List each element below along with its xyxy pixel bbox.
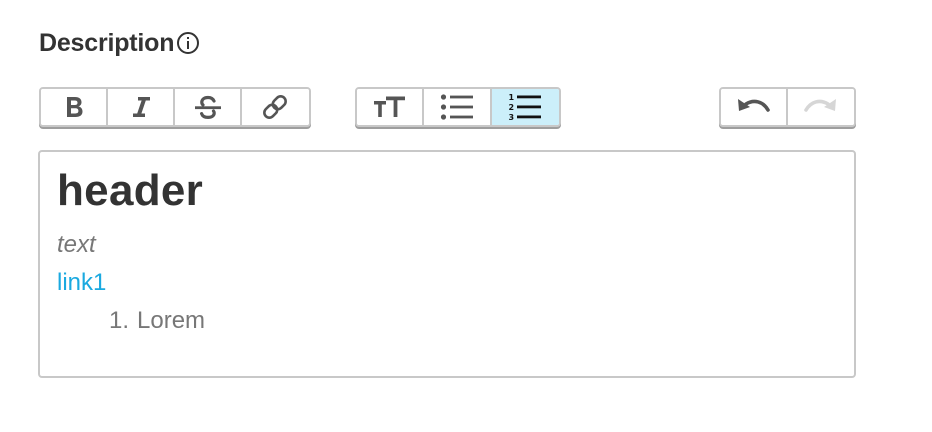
redo-button[interactable] [787,89,854,125]
editor-italic-text: text [57,231,96,258]
svg-text:1: 1 [509,93,515,102]
description-label: Description [39,28,175,57]
italic-button[interactable] [108,89,175,125]
undo-icon [736,96,771,118]
editor-link[interactable]: link1 [57,269,106,297]
italic-icon [129,94,153,120]
history-toolbar-group [719,87,856,127]
numbered-list-icon: 1 2 3 [508,92,542,122]
strikethrough-button[interactable] [175,89,242,125]
bold-button[interactable] [41,89,108,125]
bulleted-list-button[interactable] [424,89,492,125]
numbered-list-button[interactable]: 1 2 3 [491,89,559,125]
link-button[interactable] [242,89,309,125]
format-toolbar-group [39,87,311,127]
bulleted-list-icon [440,93,474,121]
svg-text:2: 2 [509,103,515,112]
list-item-number: 1. [109,307,130,334]
text-size-icon [373,94,406,120]
info-circle-icon[interactable] [175,30,201,56]
svg-text:3: 3 [509,113,515,122]
block-toolbar-group: 1 2 3 [355,87,561,127]
redo-icon [803,96,838,118]
field-label-row: Description [39,27,201,59]
heading-button[interactable] [357,89,425,125]
list-item-text: Lorem [137,307,206,334]
rich-text-editor[interactable]: header text link1 1. Lorem [38,150,856,378]
editor-header-text: header [57,166,204,215]
undo-button[interactable] [721,89,788,125]
strikethrough-icon [193,94,223,120]
bold-icon [62,94,86,120]
numbered-list-item: 1. Lorem [109,307,205,335]
link-icon [260,92,290,122]
